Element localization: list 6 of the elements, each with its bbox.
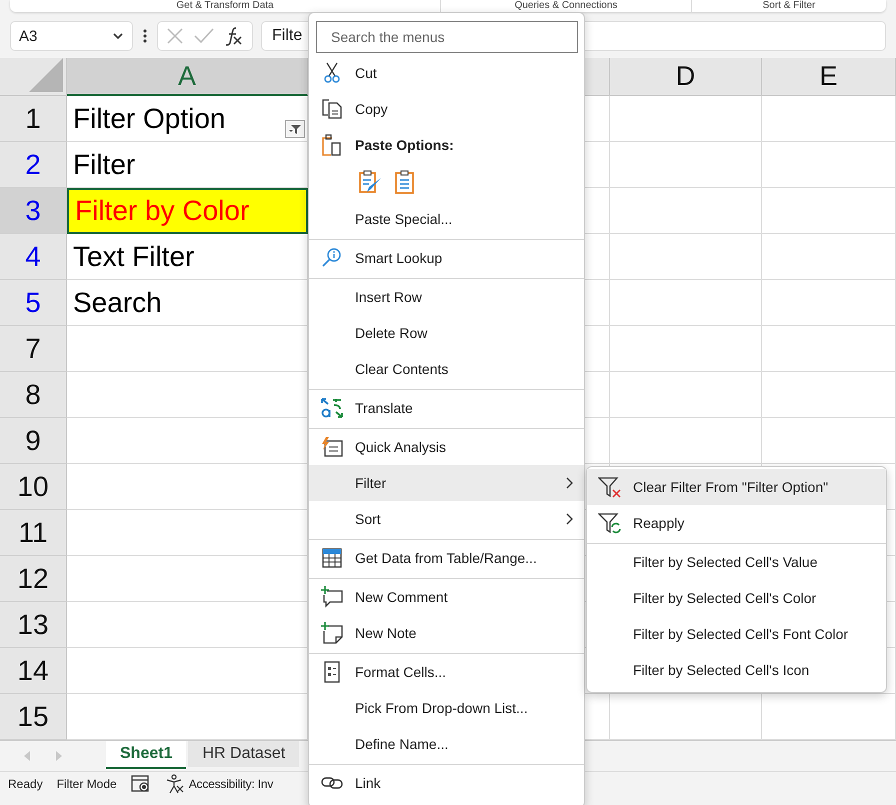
menu-section-header: Paste Options: (355, 137, 454, 153)
table-cell: Filter Option (67, 96, 308, 142)
status-text: Filter Mode (56, 777, 117, 791)
ribbon-group-label: Sort & Filter (762, 0, 816, 12)
table-cell: Filter by Color (67, 188, 308, 234)
status-text: Ready (8, 777, 43, 791)
